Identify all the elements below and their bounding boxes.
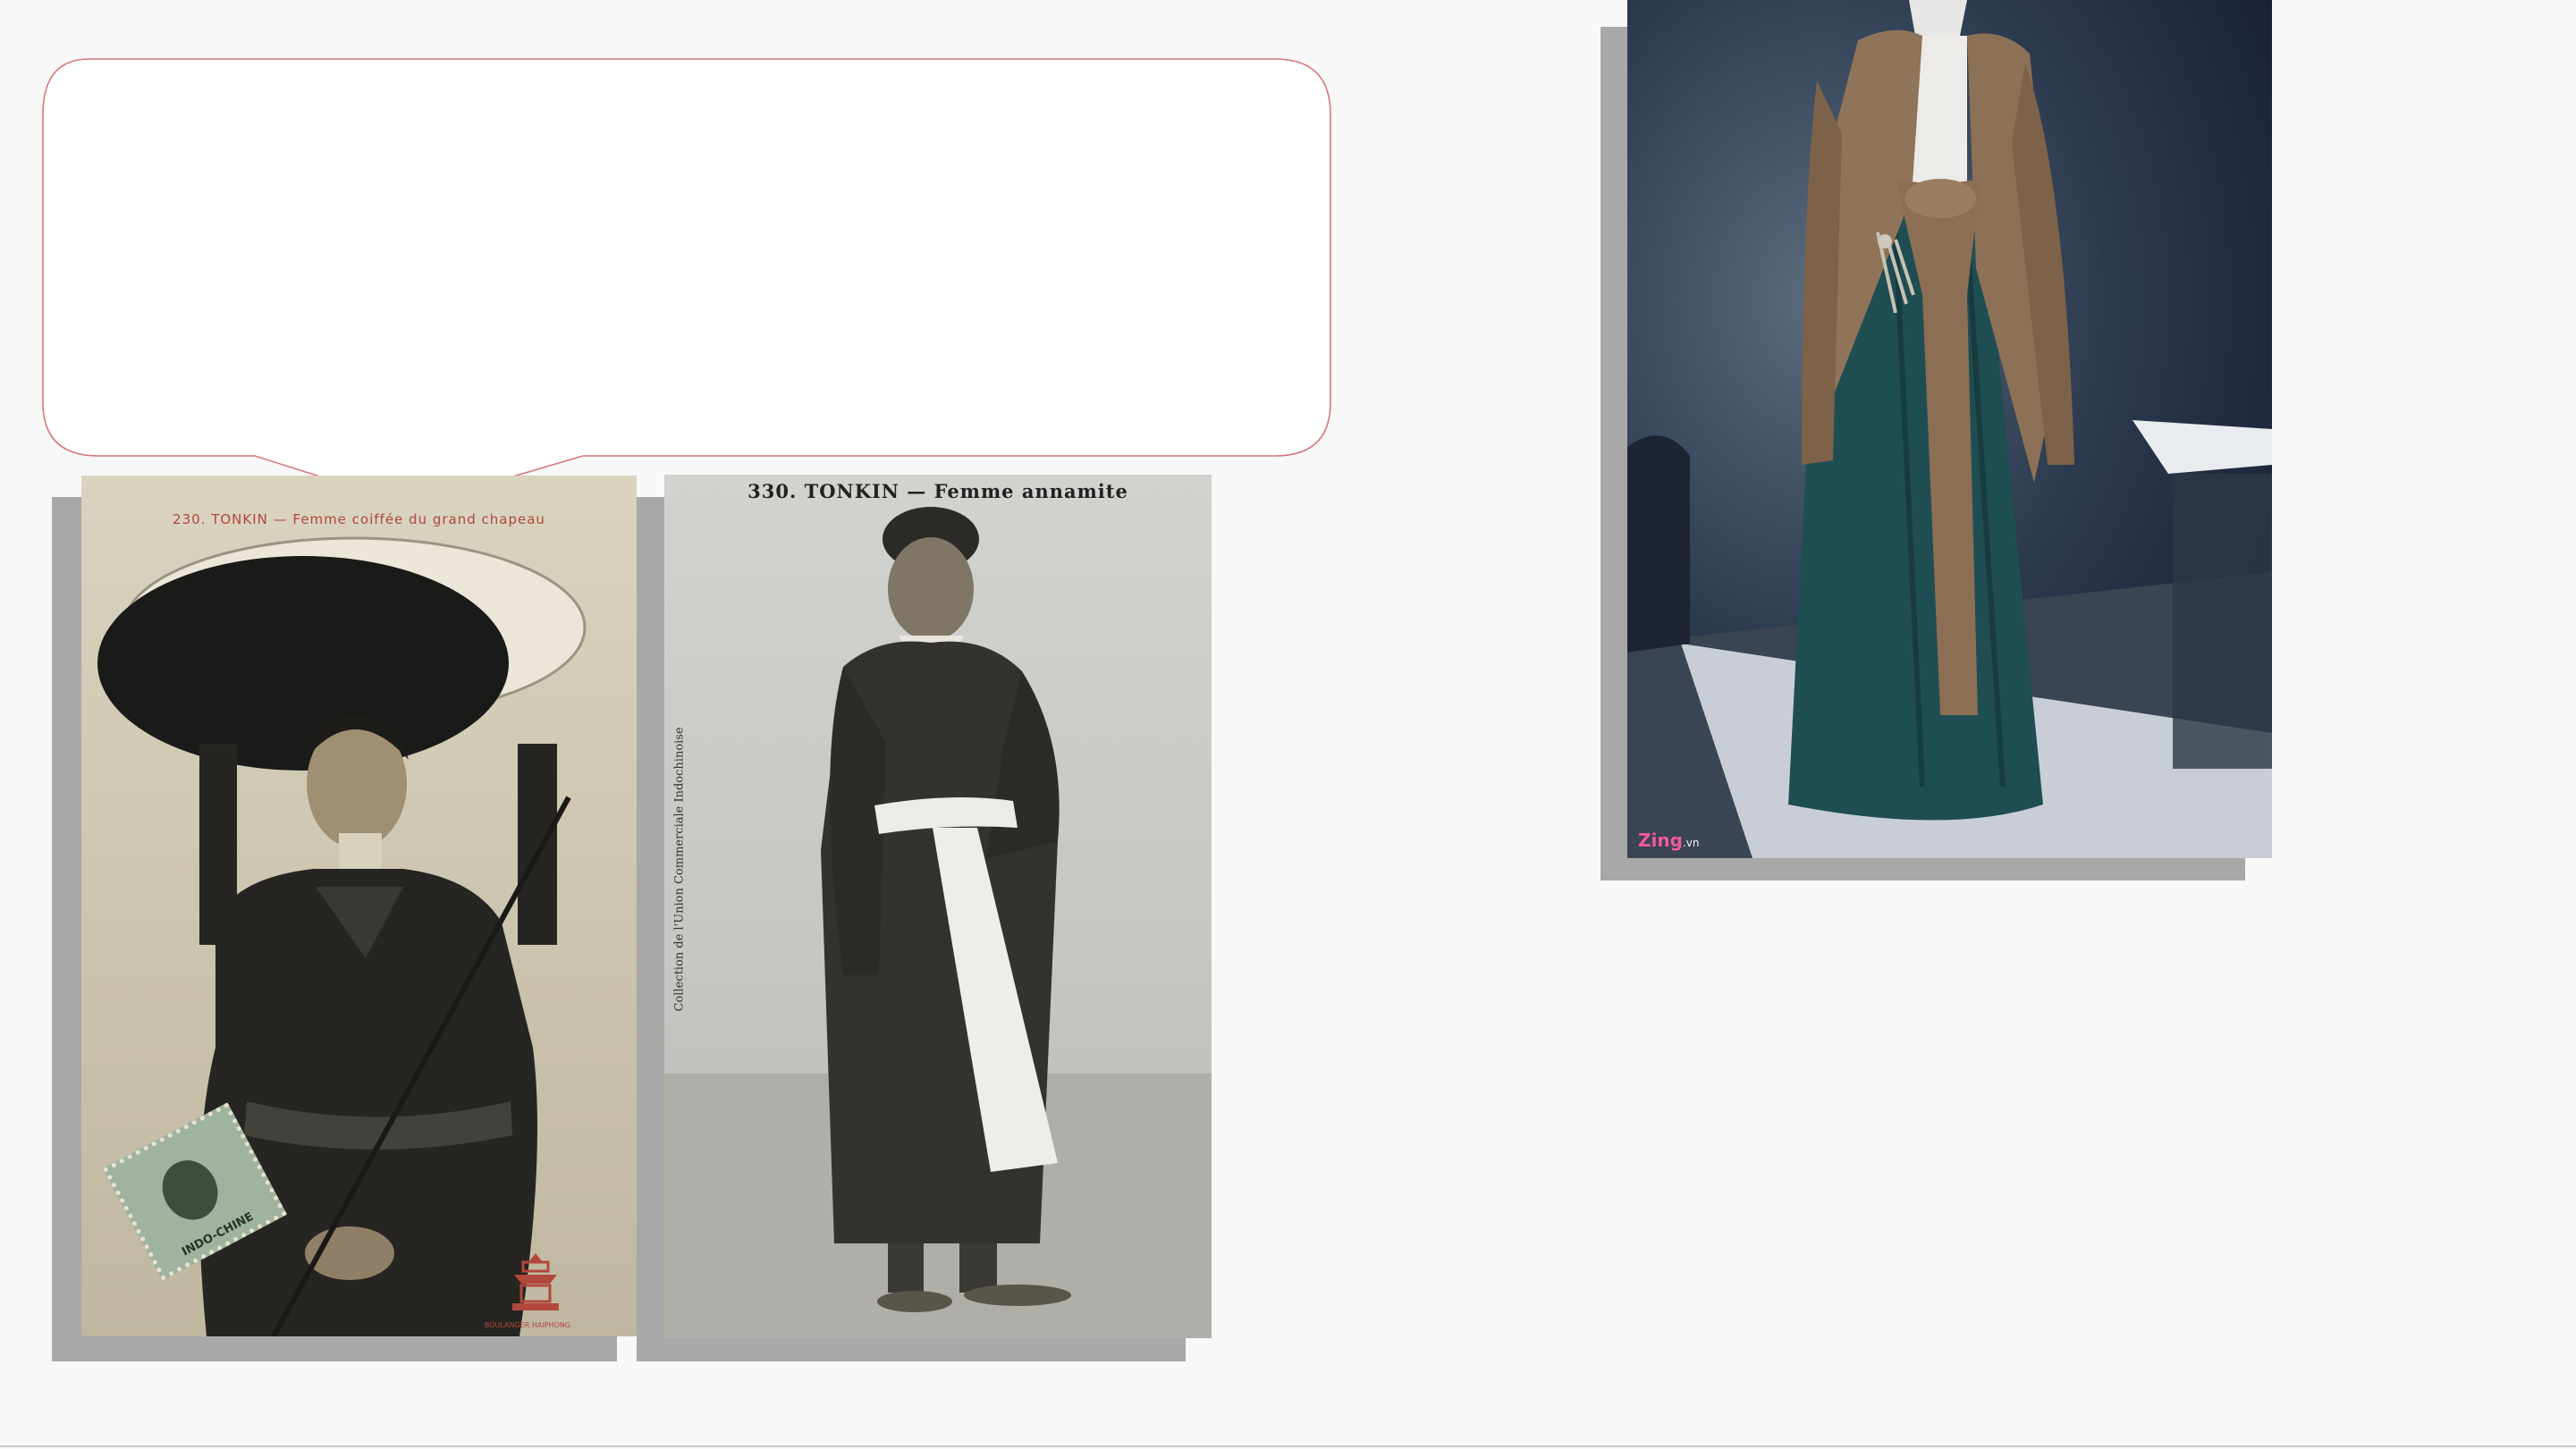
pagoda-emblem-icon xyxy=(512,1253,559,1310)
postcard-annamite-woman: 330. TONKIN — Femme annamite Collection … xyxy=(664,475,1212,1338)
watermark-brand: Zing xyxy=(1638,830,1683,851)
watermark-domain: .vn xyxy=(1682,837,1700,849)
bottom-divider xyxy=(0,1445,2576,1447)
watermark-logo: Zing.vn xyxy=(1638,830,1699,851)
speech-bubble-callout xyxy=(42,58,1331,507)
museum-illustration xyxy=(1627,0,2272,858)
postcard-illustration xyxy=(664,507,1212,1338)
museum-costume-photo: Zing.vn xyxy=(1627,0,2272,858)
publisher-imprint: BOULANGER HAIPHONG xyxy=(484,1321,570,1329)
postcard-woman-large-hat: 230. TONKIN — Femme coiffée du grand cha… xyxy=(81,476,637,1336)
